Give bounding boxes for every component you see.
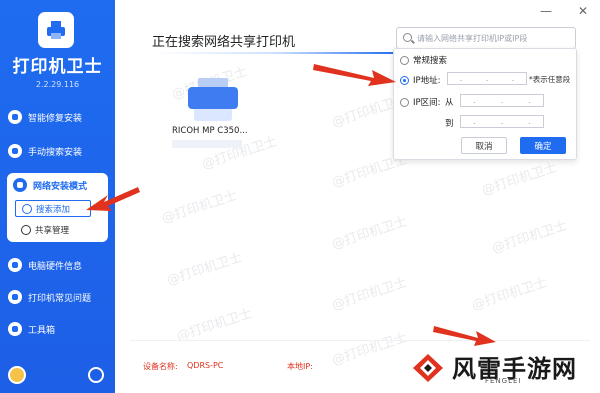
sidebar-item-faq[interactable]: 打印机常见问题 xyxy=(8,286,113,308)
radio-circle-icon xyxy=(400,97,409,107)
ip-range-start-field[interactable]: . . . xyxy=(460,94,544,107)
sidebar-subitem-share-manage[interactable]: 共享管理 xyxy=(15,221,91,238)
minimize-button[interactable]: — xyxy=(540,4,552,18)
app-version: 2.2.29.116 xyxy=(35,80,80,89)
radio-ip-address[interactable]: IP地址: xyxy=(400,74,441,86)
wildcard-hint: *表示任意段 xyxy=(529,75,571,84)
range-from-label: 从 xyxy=(445,98,454,108)
watermark: @打印机卫士 xyxy=(330,330,410,369)
brand-subtitle: FENGLEI xyxy=(485,377,522,385)
radio-circle-icon xyxy=(400,55,409,65)
network-icon xyxy=(13,178,27,192)
sidebar-item-smart-repair[interactable]: 智能修复安装 xyxy=(8,106,113,128)
watermark: @打印机卫士 xyxy=(330,214,410,253)
printer-card[interactable]: RICOH MP C350... xyxy=(172,76,254,151)
printer-icon xyxy=(188,78,238,124)
watermark: @打印机卫士 xyxy=(330,275,410,314)
network-install-panel: 网络安装模式 搜索添加 共享管理 xyxy=(7,173,108,242)
printer-subtext-placeholder xyxy=(172,140,242,148)
watermark: @打印机卫士 xyxy=(480,160,560,199)
sidebar-item-network-mode[interactable]: 网络安装模式 xyxy=(13,178,87,192)
close-button[interactable]: ✕ xyxy=(578,4,588,18)
search-add-icon xyxy=(22,203,32,214)
brand-logo-icon xyxy=(413,354,443,382)
annotation-arrow-icon xyxy=(313,64,396,86)
watermark: @打印机卫士 xyxy=(160,188,240,227)
radio-selected-icon xyxy=(400,75,409,85)
ip-address-field[interactable]: . . . xyxy=(447,72,527,85)
printer-name: RICOH MP C350... xyxy=(172,126,248,136)
sidebar-item-toolbox[interactable]: 工具箱 xyxy=(8,318,113,340)
sidebar-item-label: 工具箱 xyxy=(28,325,56,336)
title-underline xyxy=(152,52,398,54)
gear-icon[interactable] xyxy=(88,367,104,383)
footer-divider xyxy=(130,340,590,341)
sidebar-item-label: 电脑硬件信息 xyxy=(28,261,83,272)
radio-normal-search[interactable]: 常规搜索 xyxy=(400,54,447,66)
watermark: @打印机卫士 xyxy=(490,218,570,257)
search-options-dropdown: 常规搜索 IP地址: . . . *表示任意段 IP区间: 从 . . . 到 … xyxy=(393,48,577,160)
search-install-icon xyxy=(8,144,22,158)
local-ip-label: 本地IP: xyxy=(287,362,313,371)
watermark: @打印机卫士 xyxy=(175,306,255,345)
search-icon xyxy=(403,33,412,42)
wrench-icon xyxy=(8,110,22,124)
sidebar: 打印机卫士 2.2.29.116 智能修复安装 手动搜索安装 网络安装模式 搜索… xyxy=(0,0,115,393)
sidebar-subitem-search-add[interactable]: 搜索添加 xyxy=(15,200,91,217)
sidebar-item-manual-search[interactable]: 手动搜索安装 xyxy=(8,140,113,162)
device-name-label: 设备名称: xyxy=(143,362,178,371)
sidebar-item-label: 智能修复安装 xyxy=(28,113,83,124)
watermark: @打印机卫士 xyxy=(470,275,550,314)
page-title: 正在搜索网络共享打印机 xyxy=(152,35,296,50)
avatar[interactable] xyxy=(8,366,26,384)
toolbox-icon xyxy=(8,322,22,336)
sidebar-item-label: 手动搜索安装 xyxy=(28,147,83,158)
cloud-icon xyxy=(21,224,31,235)
printer-help-icon xyxy=(8,290,22,304)
search-placeholder: 请输入网络共享打印机IP或IP段 xyxy=(417,33,528,43)
annotation-arrow-icon xyxy=(433,326,496,346)
range-to-label: 到 xyxy=(445,119,454,129)
device-name-value: QDRS-PC xyxy=(187,361,224,370)
computer-icon xyxy=(8,258,22,272)
radio-ip-range[interactable]: IP区间: xyxy=(400,96,441,108)
sidebar-item-label: 打印机常见问题 xyxy=(28,293,92,304)
ip-range-end-field[interactable]: . . . xyxy=(460,115,544,128)
watermark: @打印机卫士 xyxy=(165,250,245,289)
app-logo-icon xyxy=(38,12,74,48)
app-window: 打印机卫士 2.2.29.116 智能修复安装 手动搜索安装 网络安装模式 搜索… xyxy=(0,0,600,393)
search-input[interactable]: 请输入网络共享打印机IP或IP段 xyxy=(396,27,576,49)
confirm-button[interactable]: 确定 xyxy=(520,137,566,154)
sidebar-item-hardware-info[interactable]: 电脑硬件信息 xyxy=(8,254,113,276)
cancel-button[interactable]: 取消 xyxy=(461,137,507,154)
app-title: 打印机卫士 xyxy=(12,57,103,77)
